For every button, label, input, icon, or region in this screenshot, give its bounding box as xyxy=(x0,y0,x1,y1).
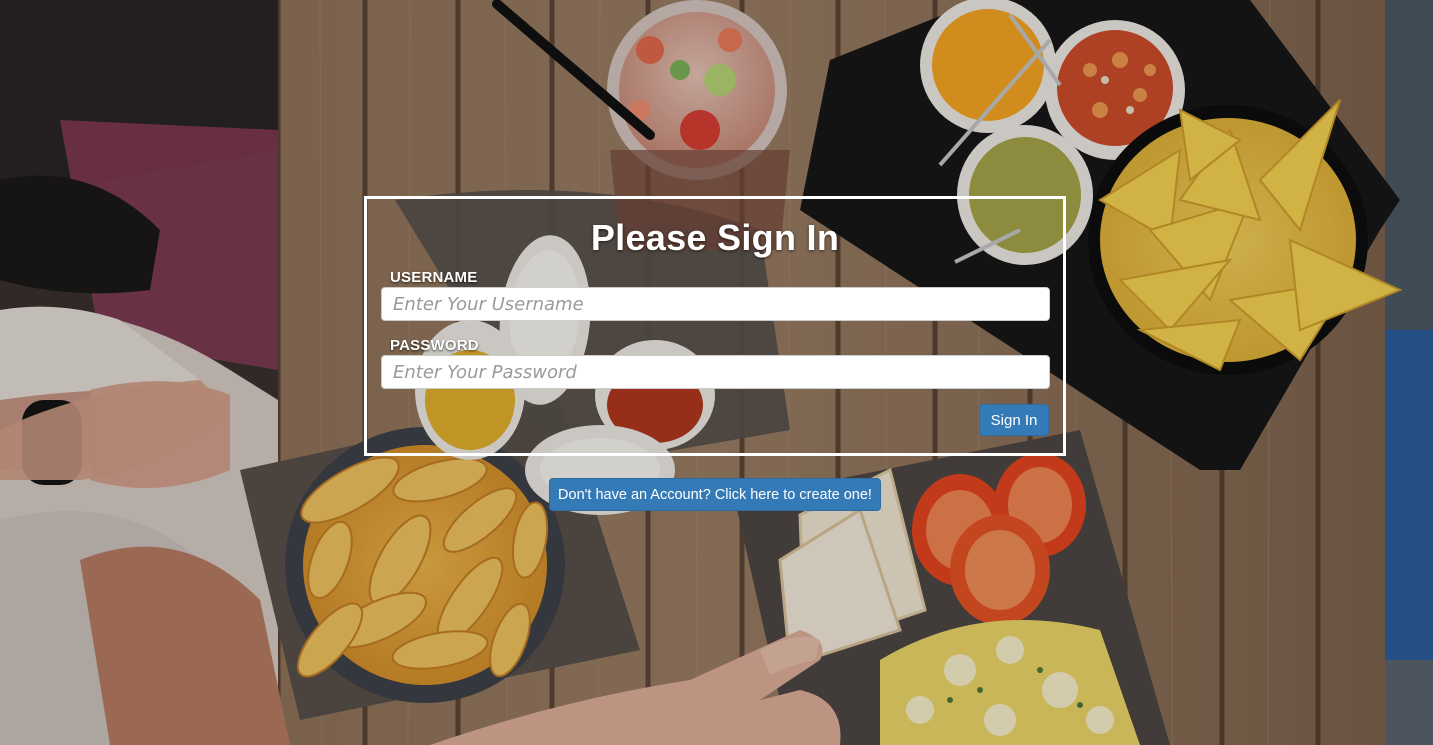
signin-panel: Please Sign In USERNAME PASSWORD Sign In xyxy=(364,196,1066,456)
page-title: Please Sign In xyxy=(590,217,840,258)
signin-button[interactable]: Sign In xyxy=(979,404,1049,436)
username-label: USERNAME xyxy=(390,269,478,286)
create-account-button[interactable]: Don't have an Account? Click here to cre… xyxy=(549,478,881,511)
password-label: PASSWORD xyxy=(390,337,479,354)
username-input[interactable] xyxy=(381,287,1050,321)
password-input[interactable] xyxy=(381,355,1050,389)
